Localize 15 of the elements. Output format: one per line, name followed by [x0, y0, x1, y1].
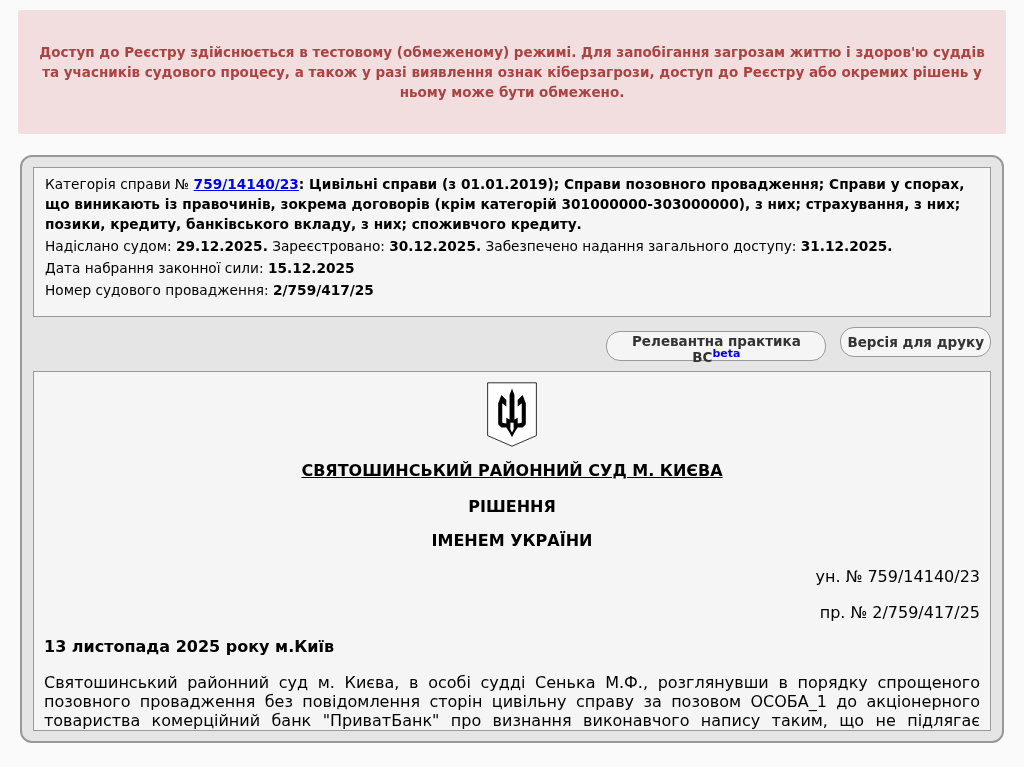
case-category-text: Категорія справи № 759/14140/23: Цивільні справи (з 01.01.2019); Справи позовного провадження; Справи у спорах, що виникають із правочинів, зокрема договорів (крім категорій 301000000-303000000), з них; страхування, з них; позики, кредиту, банківського вкладу, з них; споживчого кредиту.: [45, 175, 966, 234]
case-number-text: пр. № 2/759/417/25: [818, 603, 980, 623]
document-title: РІШЕННЯ: [467, 497, 557, 517]
case-number-link[interactable]: 759/14140/23: [193, 176, 299, 192]
case-number-text: ун. № 759/14140/23: [814, 567, 980, 587]
decision-paragraph: Святошинський районний суд м. Києва, в особі судді Сенька М.Ф., розглянувши в порядку спрощеного позовного провадження без повідомлення сторін цивільну справу за позовом ОСОБА_1 до акціонерного товариства комерційний банк "ПриватБанк" про визнання виконавчого напису таким, що не підлягає: [44, 673, 980, 730]
case-detail-line: Дата набрання законної сили: 15.12.2025: [45, 259, 356, 278]
print-version-button[interactable]: Версія для друку: [840, 327, 991, 357]
case-detail-line: Номер судового провадження: 2/759/417/25: [45, 281, 375, 300]
notice-banner: Доступ до Реєстру здійснюється в тестовому (обмеженому) режимі. Для запобігання загрозам життю і здоров'ю суддів та учасників судового процесу, а також у разі виявлення ознак кіберзагрози, доступ до Реєстру або окремих рішень у ньому може бути обмежено.: [18, 10, 1006, 134]
relevant-practice-button[interactable]: Релевантна практика ВС$^{beta}$: [606, 331, 827, 361]
court-name: СВЯТОШИНСЬКИЙ РАЙОННИЙ СУД М. КИЄВА: [300, 461, 724, 481]
case-detail-line: Надіслано судом: 29.12.2025. Зареєстровано: 30.12.2025. Забезпечено надання загального доступу: 31.12.2025.: [45, 237, 894, 256]
document-subtitle: ІМЕНЕМ УКРАЇНИ: [430, 531, 594, 551]
date-line: 13 листопада 2025 року м.Київ: [44, 637, 336, 657]
